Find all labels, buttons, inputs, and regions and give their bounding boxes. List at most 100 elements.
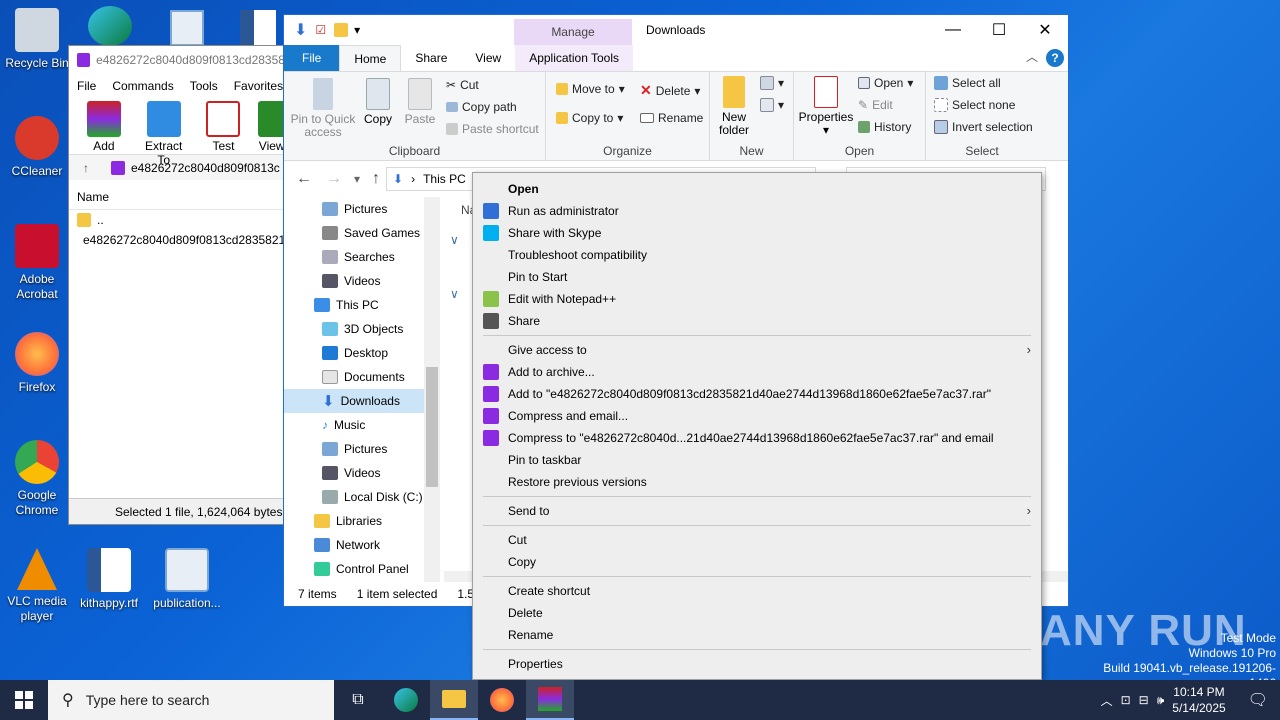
group-collapse-icon[interactable]: ∨ xyxy=(450,233,459,247)
desktop-icon-ccleaner[interactable]: CCleaner xyxy=(2,116,72,179)
taskbar-edge[interactable] xyxy=(382,680,430,720)
nav-item-local-disk[interactable]: Local Disk (C:) xyxy=(284,485,439,509)
properties-quick-icon[interactable]: ☑ xyxy=(315,23,326,37)
image-desktop-icon[interactable] xyxy=(170,10,204,46)
desktop-icon-adobe-acrobat[interactable]: Adobe Acrobat xyxy=(2,224,72,302)
close-button[interactable]: ✕ xyxy=(1022,15,1068,45)
copy-button[interactable]: Copy xyxy=(360,78,396,126)
context-menu-item[interactable]: Share xyxy=(473,310,1041,332)
nav-item-videos[interactable]: Videos xyxy=(284,269,439,293)
copy-path-button[interactable]: Copy path xyxy=(446,100,517,114)
nav-item-desktop[interactable]: Desktop xyxy=(284,341,439,365)
menu-file[interactable]: File xyxy=(77,79,96,93)
list-item[interactable]: .. xyxy=(69,210,285,230)
back-arrow-icon[interactable]: ← xyxy=(296,170,312,188)
context-menu-item[interactable]: Create shortcut xyxy=(473,580,1041,602)
menu-commands[interactable]: Commands xyxy=(112,79,173,93)
taskbar-file-explorer[interactable] xyxy=(430,680,478,720)
add-button[interactable]: Add xyxy=(79,98,129,154)
desktop-icon-firefox[interactable]: Firefox xyxy=(2,332,72,395)
cut-button[interactable]: ✂ Cut xyxy=(446,78,479,92)
test-button[interactable]: Test xyxy=(199,98,249,154)
nav-scrollbar[interactable] xyxy=(424,197,440,587)
recent-locations-icon[interactable]: ▾ xyxy=(354,172,360,186)
nav-item-pictures-2[interactable]: Pictures xyxy=(284,437,439,461)
context-menu-item[interactable]: Copy xyxy=(473,551,1041,573)
tab-share[interactable]: Share xyxy=(401,45,461,71)
nav-item-this-pc[interactable]: This PC xyxy=(284,293,439,317)
tab-view[interactable]: View xyxy=(461,45,515,71)
notification-icon[interactable]: 🗨 xyxy=(1248,690,1268,710)
nav-item-libraries[interactable]: Libraries xyxy=(284,509,439,533)
nav-item-network[interactable]: Network xyxy=(284,533,439,557)
context-menu-item[interactable]: Rename xyxy=(473,624,1041,646)
context-menu-item[interactable]: Properties xyxy=(473,653,1041,675)
rename-button[interactable]: Rename xyxy=(640,111,703,125)
desktop-icon-publication[interactable]: publication... xyxy=(152,548,222,611)
context-menu-item[interactable]: Compress to "e4826272c8040d...21d40ae274… xyxy=(473,427,1041,449)
network-icon[interactable]: ⊟ xyxy=(1139,693,1149,707)
taskbar-firefox[interactable] xyxy=(478,680,526,720)
context-menu-item[interactable]: Pin to taskbar xyxy=(473,449,1041,471)
nav-item-music[interactable]: ♪ Music xyxy=(284,413,439,437)
new-folder-button[interactable]: New folder xyxy=(714,76,754,137)
group-collapse-icon[interactable]: ∨ xyxy=(450,287,459,301)
nav-item-3d-objects[interactable]: 3D Objects xyxy=(284,317,439,341)
new-item-button[interactable]: ▾ xyxy=(760,76,784,90)
chevron-up-icon[interactable]: ︿ xyxy=(1101,692,1113,709)
scrollbar-thumb[interactable] xyxy=(426,367,438,487)
nav-item-documents[interactable]: Documents xyxy=(284,365,439,389)
context-menu-item[interactable]: Open xyxy=(473,178,1041,200)
menu-tools[interactable]: Tools xyxy=(190,79,218,93)
delete-button[interactable]: ✕ Delete ▾ xyxy=(640,82,700,99)
collapse-ribbon-icon[interactable]: ︿ xyxy=(1026,48,1038,65)
select-none-button[interactable]: Select none xyxy=(934,98,1015,112)
nav-item-searches[interactable]: Searches xyxy=(284,245,439,269)
properties-button[interactable]: Properties ▾ xyxy=(798,76,854,137)
nav-item-saved-games[interactable]: Saved Games xyxy=(284,221,439,245)
edge-desktop-icon[interactable] xyxy=(88,6,132,46)
history-button[interactable]: History xyxy=(858,120,911,134)
breadcrumb[interactable]: This PC xyxy=(423,172,466,186)
forward-arrow-icon[interactable]: → xyxy=(326,170,342,188)
menu-favorites[interactable]: Favorites xyxy=(234,79,283,93)
nav-item-pictures[interactable]: Pictures xyxy=(284,197,439,221)
task-view-button[interactable]: ⧉ xyxy=(334,680,382,720)
clock[interactable]: 10:14 PM 5/14/2025 xyxy=(1172,684,1225,716)
desktop-icon-kithappy[interactable]: kithappy.rtf xyxy=(74,548,144,611)
copy-to-button[interactable]: Copy to ▾ xyxy=(556,111,623,125)
quick-access-arrow-icon[interactable]: ⬇ xyxy=(294,20,307,40)
context-menu-item[interactable]: Share with Skype xyxy=(473,222,1041,244)
paste-button[interactable]: Paste xyxy=(402,78,438,126)
new-folder-quick-icon[interactable] xyxy=(334,23,349,37)
easy-access-button[interactable]: ▾ xyxy=(760,98,784,112)
desktop-icon-vlc[interactable]: VLC media player xyxy=(2,548,72,624)
taskbar-winrar[interactable] xyxy=(526,680,574,720)
list-item[interactable]: e4826272c8040d809f0813cd2835821c xyxy=(69,230,285,250)
context-menu-item[interactable]: Compress and email... xyxy=(473,405,1041,427)
context-menu-item[interactable]: Add to "e4826272c8040d809f0813cd2835821d… xyxy=(473,383,1041,405)
context-menu-item[interactable]: Restore previous versions xyxy=(473,471,1041,493)
column-header-name[interactable]: Name xyxy=(69,184,285,210)
maximize-button[interactable]: ☐ xyxy=(976,15,1022,45)
context-menu-item[interactable]: Pin to Start xyxy=(473,266,1041,288)
paste-shortcut-button[interactable]: Paste shortcut xyxy=(446,122,539,136)
select-all-button[interactable]: Select all xyxy=(934,76,1001,90)
word-desktop-icon[interactable] xyxy=(240,10,276,46)
minimize-button[interactable]: — xyxy=(930,15,976,45)
context-menu-item[interactable]: Delete xyxy=(473,602,1041,624)
move-to-button[interactable]: Move to ▾ xyxy=(556,82,625,96)
view-button[interactable]: View xyxy=(258,98,286,154)
edit-button[interactable]: ✎ Edit xyxy=(858,98,893,112)
open-button[interactable]: Open ▾ xyxy=(858,76,913,90)
extract-to-button[interactable]: Extract To xyxy=(139,98,189,167)
desktop-icon-recycle-bin[interactable]: Recycle Bin xyxy=(2,8,72,71)
tab-application-tools[interactable]: Application Tools xyxy=(515,45,634,71)
context-menu-item[interactable]: Add to archive... xyxy=(473,361,1041,383)
up-arrow-icon[interactable]: ↑ xyxy=(83,161,89,175)
tab-file[interactable]: File xyxy=(284,45,340,71)
context-menu-item[interactable]: Run as administrator xyxy=(473,200,1041,222)
tab-home[interactable]: Home xyxy=(339,45,402,71)
context-menu-item[interactable]: Send to › xyxy=(473,500,1041,522)
invert-selection-button[interactable]: Invert selection xyxy=(934,120,1033,134)
